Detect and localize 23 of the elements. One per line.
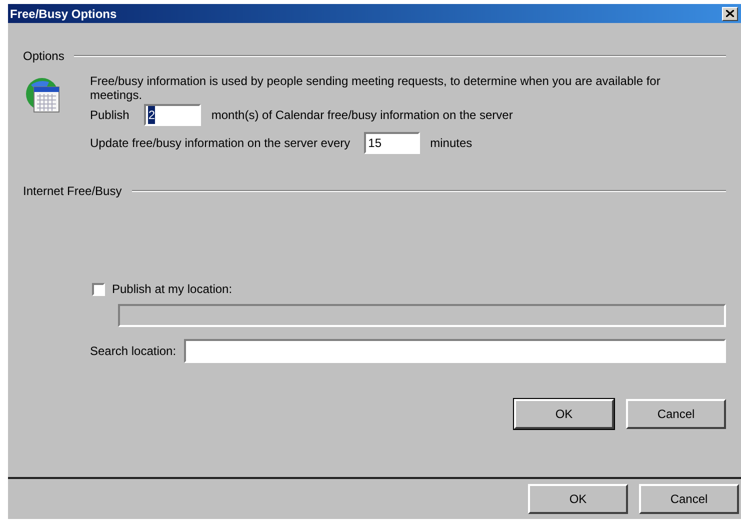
field-value: 2 bbox=[148, 106, 156, 124]
update-label: Update free/busy information on the server every bbox=[90, 135, 350, 152]
publish-suffix: month(s) of Calendar free/busy information on the server bbox=[211, 107, 513, 124]
section-heading: Options bbox=[23, 48, 64, 65]
checkbox-label: Publish at my location: bbox=[112, 281, 232, 298]
search-location-field[interactable] bbox=[184, 339, 726, 363]
months-field[interactable]: 2 bbox=[144, 104, 202, 126]
cancel-button[interactable]: Cancel bbox=[639, 484, 739, 514]
publish-label: Publish bbox=[90, 107, 130, 124]
close-icon bbox=[726, 10, 734, 17]
cancel-button[interactable]: Cancel bbox=[626, 399, 726, 429]
close-button[interactable] bbox=[722, 6, 738, 20]
ok-button[interactable]: OK bbox=[514, 399, 614, 429]
ok-button[interactable]: OK bbox=[528, 484, 628, 514]
publish-checkbox[interactable] bbox=[92, 282, 105, 296]
minutes-field[interactable]: 15 bbox=[364, 132, 420, 154]
window-title: Free/Busy Options bbox=[10, 6, 117, 22]
search-location-label: Search location: bbox=[90, 343, 176, 360]
update-suffix: minutes bbox=[430, 135, 472, 152]
description-text: Free/busy information is used by people sending meeting requests, to determine when you are available for meetings. bbox=[90, 74, 662, 102]
calendar-globe-icon bbox=[25, 77, 61, 115]
section-heading: Internet Free/Busy bbox=[23, 183, 122, 200]
field-value: 15 bbox=[368, 135, 382, 152]
